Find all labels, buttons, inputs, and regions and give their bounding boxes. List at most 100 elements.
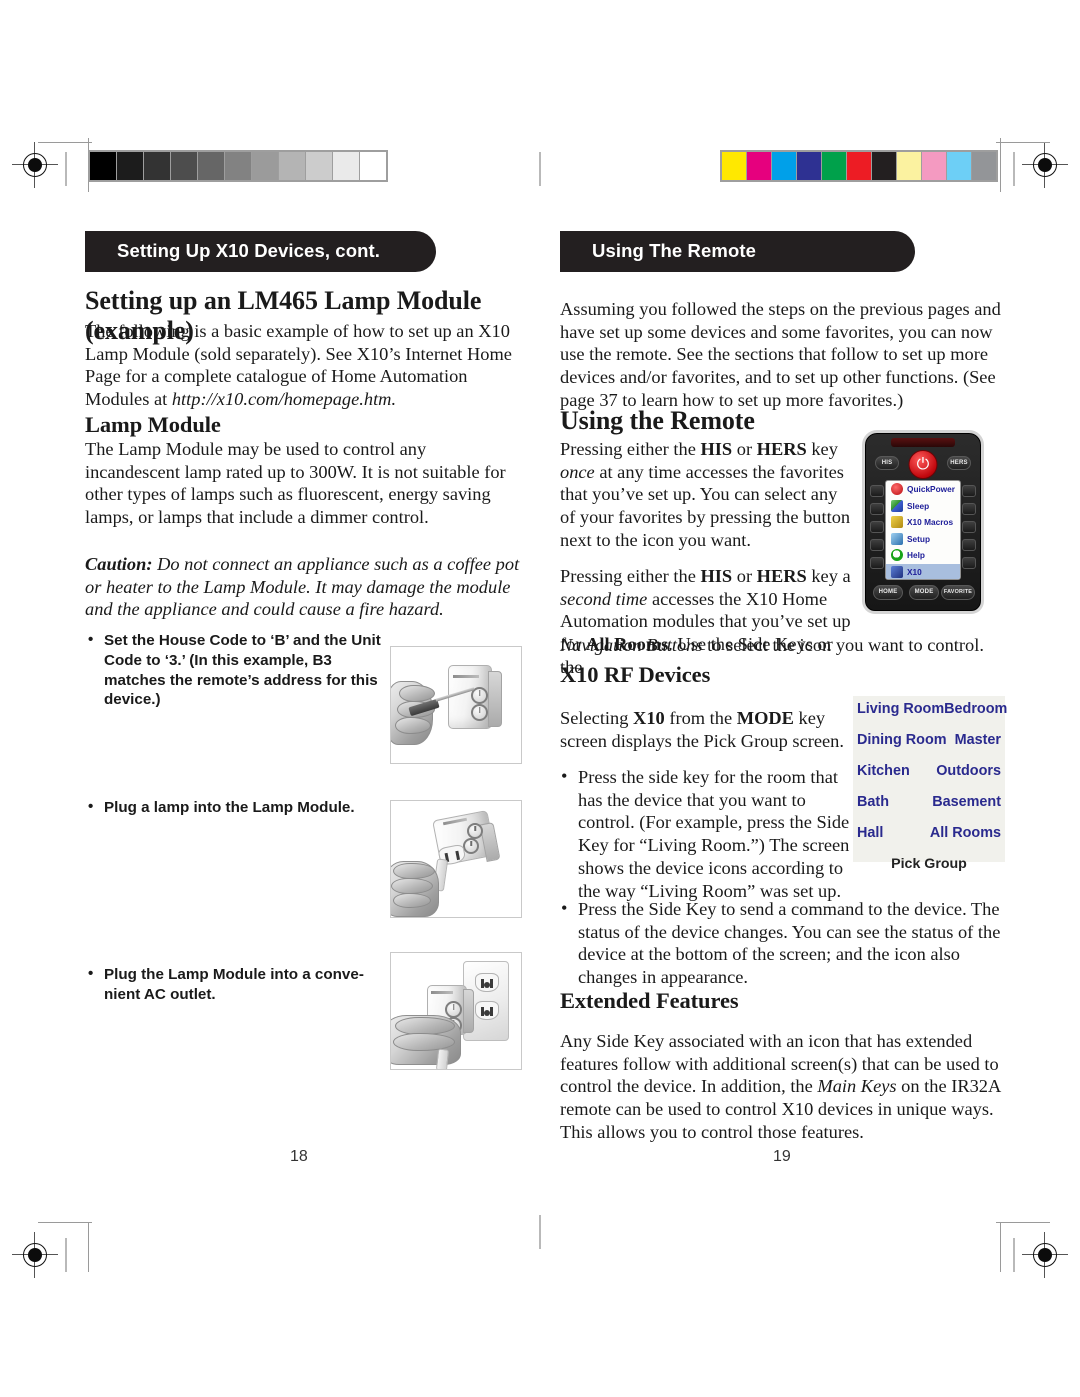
help-icon: [891, 549, 903, 562]
pick-group-row: Kitchen Outdoors: [857, 763, 1001, 778]
crop-tick-top-right: [1013, 152, 1015, 186]
corner-crop-mark-bottom-right: [996, 1222, 1050, 1276]
pick-group-cell[interactable]: Outdoors: [936, 763, 1001, 778]
side-key-left-2[interactable]: [870, 503, 884, 515]
color-swatch-8: [922, 152, 946, 180]
p1-text-d: at any time accesses the favorites that …: [560, 461, 851, 550]
rf-bullet-press-side-key-room: Press the side key for the room that has…: [560, 765, 852, 902]
heading-using-the-remote: Using the Remote: [560, 406, 755, 435]
menu-label-x10-macros: X10 Macros: [907, 517, 954, 528]
crop-tick-top-left: [65, 152, 67, 186]
grayscale-swatch-8: [306, 152, 332, 180]
step-item-plug-lamp: Plug a lamp into the Lamp Module.: [88, 797, 388, 818]
remote-key-mode[interactable]: MODE: [909, 585, 939, 600]
lamp-module-step-list-2: Plug a lamp into the Lamp Module.: [88, 797, 388, 818]
emph-second-time: second time: [560, 588, 648, 609]
side-key-right-1[interactable]: [962, 485, 976, 497]
color-swatch-1: [747, 152, 771, 180]
remote-key-home[interactable]: HOME: [873, 585, 903, 600]
color-swatch-7: [897, 152, 921, 180]
side-key-right-5[interactable]: [962, 557, 976, 569]
pick-group-cell[interactable]: Hall: [857, 825, 883, 840]
color-swatch-2: [772, 152, 796, 180]
grayscale-swatch-9: [333, 152, 359, 180]
pick-group-cell[interactable]: Bath: [857, 794, 889, 809]
paragraph-using-remote-intro: Assuming you followed the steps on the p…: [560, 299, 1001, 410]
pick-group-cell[interactable]: Living Room: [857, 702, 944, 717]
page-number-left: 18: [290, 1148, 308, 1165]
heading-extended-features: Extended Features: [560, 988, 739, 1013]
ir-window: [891, 438, 955, 447]
pick-group-screen-illustration: Living Room Bedroom Dining Room Master K…: [853, 696, 1007, 871]
emph-x10: X10: [633, 708, 665, 728]
pick-group-cell[interactable]: Basement: [932, 794, 1001, 809]
paragraph-extended-features: Any Side Key associated with an icon tha…: [560, 1030, 1008, 1144]
color-swatch-3: [797, 152, 821, 180]
photo-setting-house-and-unit-code: [390, 646, 522, 764]
corner-crop-mark-top-right: [996, 138, 1050, 192]
color-calibration-bar: [720, 150, 998, 182]
pick-group-row: Bath Basement: [857, 794, 1001, 809]
pick-group-cell[interactable]: Bedroom: [944, 702, 1007, 717]
pick-group-cell[interactable]: All Rooms: [930, 825, 1001, 840]
rf-text-a: Selecting: [560, 708, 634, 728]
menu-item-help[interactable]: Help: [886, 547, 960, 564]
side-key-right-4[interactable]: [962, 539, 976, 551]
rf-bullet-list-2: Press the Side Key to send a command to …: [560, 897, 1008, 989]
photo-plug-lamp-into-module: [390, 800, 522, 918]
section-bar-setting-up-x10-devices: Setting Up X10 Devices, cont.: [85, 231, 436, 272]
remote-key-his[interactable]: HIS: [875, 456, 899, 470]
pick-group-cell[interactable]: Kitchen: [857, 763, 910, 778]
color-swatch-6: [872, 152, 896, 180]
menu-item-quickpower[interactable]: QuickPower: [886, 481, 960, 498]
remote-lcd-screen: QuickPower Sleep X10 Macros Setup Help X…: [885, 480, 961, 580]
pick-group-cell[interactable]: Master: [955, 732, 1001, 747]
side-key-left-4[interactable]: [870, 539, 884, 551]
remote-key-hers[interactable]: HERS: [947, 456, 971, 470]
grayscale-swatch-7: [279, 152, 305, 180]
remote-key-favorite[interactable]: FAVORITE: [941, 585, 975, 600]
menu-item-x10-macros[interactable]: X10 Macros: [886, 514, 960, 531]
power-button[interactable]: [908, 450, 938, 479]
side-key-left-1[interactable]: [870, 485, 884, 497]
paragraph-navigation-buttons: Navigation Buttons to select the icon yo…: [560, 634, 1008, 657]
menu-item-setup[interactable]: Setup: [886, 531, 960, 548]
grayscale-swatch-3: [171, 152, 197, 180]
side-key-left-5[interactable]: [870, 557, 884, 569]
side-key-left-3[interactable]: [870, 521, 884, 533]
rf-text-b: from the: [664, 708, 737, 728]
x10-macros-icon: [891, 516, 903, 529]
grayscale-swatch-10: [360, 152, 386, 180]
paragraph-caution: Caution: Do not connect an appliance suc…: [85, 553, 531, 621]
grayscale-swatch-0: [90, 152, 116, 180]
grayscale-swatch-1: [117, 152, 143, 180]
pick-group-row: Hall All Rooms: [857, 825, 1001, 840]
key-his-1: HIS: [700, 439, 733, 459]
p2-text-f: to select the icon you want to control.: [702, 635, 984, 655]
p1-text-c: key: [806, 439, 838, 459]
pick-group-cell[interactable]: Dining Room: [857, 732, 947, 747]
heading-x10-rf-devices: X10 RF Devices: [560, 662, 711, 687]
heading-lamp-module: Lamp Module: [85, 412, 221, 437]
p2-text-b: or: [732, 566, 757, 586]
p2-text-a: Pressing either the: [560, 566, 701, 586]
sleep-icon: [891, 499, 903, 512]
setup-icon: [891, 532, 903, 545]
paragraph-his-hers-once: Pressing either the HIS or HERS key once…: [560, 438, 852, 552]
pick-group-row: Living Room Bedroom: [857, 702, 1007, 717]
ir32a-remote-illustration: HIS HERS QuickPower Sleep X10 Macros: [865, 433, 981, 611]
grayscale-swatch-6: [252, 152, 278, 180]
lm465-intro-url: http://x10.com/homepage.htm.: [171, 389, 397, 410]
menu-item-x10[interactable]: X10: [886, 563, 960, 579]
menu-label-quickpower: QuickPower: [907, 484, 955, 495]
color-swatch-5: [847, 152, 871, 180]
side-key-right-2[interactable]: [962, 503, 976, 515]
side-key-right-3[interactable]: [962, 521, 976, 533]
grayscale-swatch-2: [144, 152, 170, 180]
key-hers-1: HERS: [756, 439, 807, 459]
menu-item-sleep[interactable]: Sleep: [886, 498, 960, 515]
page-number-right: 19: [773, 1148, 791, 1165]
paragraph-selecting-x10-mode: Selecting X10 from the MODE key screen d…: [560, 707, 848, 752]
step-item-house-unit-code: Set the House Code to ‘B’ and the Unit C…: [88, 630, 383, 710]
grayscale-swatch-5: [225, 152, 251, 180]
